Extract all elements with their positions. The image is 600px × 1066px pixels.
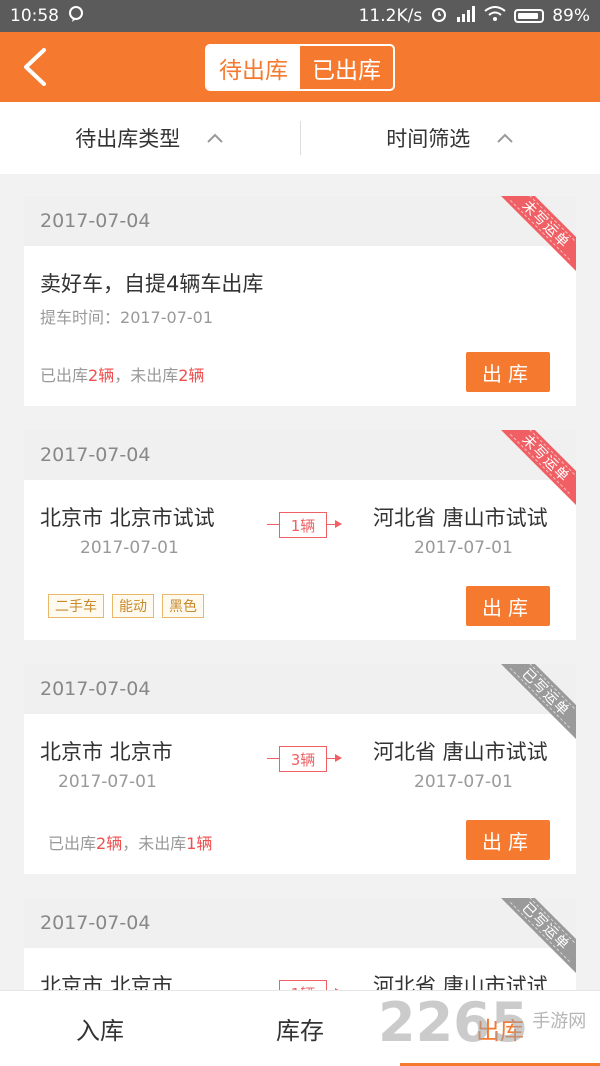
card-date: 2017-07-04 bbox=[24, 430, 576, 480]
out-button[interactable]: 出库 bbox=[466, 586, 550, 626]
tab-stock-in[interactable]: 入库 bbox=[0, 991, 200, 1066]
type-filter[interactable]: 待出库类型 bbox=[0, 123, 300, 153]
out-count: 2辆 bbox=[88, 366, 115, 385]
not-out-count: 2辆 bbox=[178, 366, 205, 385]
out-button[interactable]: 出库 bbox=[466, 820, 550, 860]
pickup-label: 提车时间： bbox=[40, 308, 121, 327]
signal-icon bbox=[456, 5, 476, 27]
destination-date: 2017-07-01 bbox=[414, 538, 513, 558]
separator: ， bbox=[114, 366, 131, 385]
destination-date: 2017-07-01 bbox=[414, 772, 513, 792]
status-time: 10:58 bbox=[10, 6, 59, 26]
out-status: 已出库2辆，未出库1辆 bbox=[48, 830, 212, 854]
pickup-date: 2017-07-01 bbox=[120, 308, 213, 327]
alarm-icon bbox=[430, 5, 448, 28]
status-bar: 10:58 11.2K/s 89% bbox=[0, 0, 600, 32]
type-filter-label: 待出库类型 bbox=[75, 127, 181, 151]
bottom-tab-bar: 入库 库存 出库 bbox=[0, 990, 600, 1066]
card-date: 2017-07-04 bbox=[24, 898, 576, 948]
tab-stock-out[interactable]: 出库 bbox=[400, 991, 600, 1066]
origin-city: 北京市 北京市 bbox=[40, 740, 173, 764]
not-out-label: 未出库 bbox=[130, 366, 179, 385]
tab-already-out[interactable]: 已出库 bbox=[300, 46, 393, 89]
message-icon bbox=[67, 5, 85, 28]
tag: 二手车 bbox=[48, 594, 104, 618]
out-label: 已出库 bbox=[40, 366, 89, 385]
tab-inventory[interactable]: 库存 bbox=[200, 991, 400, 1066]
origin-date: 2017-07-01 bbox=[80, 538, 179, 558]
out-label: 已出库 bbox=[48, 834, 97, 853]
card-date: 2017-07-04 bbox=[24, 664, 576, 714]
battery-icon bbox=[514, 9, 545, 23]
origin-date: 2017-07-01 bbox=[58, 772, 157, 792]
vehicle-count: 1辆 bbox=[267, 512, 343, 538]
stock-out-card[interactable]: 2017-07-04 已写运单 北京市 北京市 2017-07-01 3辆 河北… bbox=[24, 664, 576, 874]
pickup-time: 提车时间：2017-07-01 bbox=[40, 304, 213, 328]
tag-list: 二手车 能动 黑色 bbox=[48, 594, 204, 618]
out-status: 已出库2辆，未出库2辆 bbox=[40, 362, 204, 386]
arrow-right-icon bbox=[335, 520, 342, 528]
tag: 黑色 bbox=[162, 594, 204, 618]
stock-out-card[interactable]: 2017-07-04 未写运单 卖好车，自提4辆车出库 提车时间：2017-07… bbox=[24, 196, 576, 406]
tab-pending-out[interactable]: 待出库 bbox=[207, 46, 300, 89]
tag: 能动 bbox=[112, 594, 154, 618]
segmented-control: 待出库 已出库 bbox=[205, 44, 395, 91]
chevron-left-icon bbox=[24, 48, 46, 86]
time-filter-label: 时间筛选 bbox=[386, 127, 471, 151]
back-button[interactable] bbox=[20, 46, 50, 88]
nav-bar: 待出库 已出库 bbox=[0, 32, 600, 102]
chevron-up-icon bbox=[207, 133, 223, 143]
out-button[interactable]: 出库 bbox=[466, 352, 550, 392]
destination-city: 河北省 唐山市试试 bbox=[373, 506, 548, 530]
time-filter[interactable]: 时间筛选 bbox=[301, 123, 600, 153]
wifi-icon bbox=[484, 5, 506, 27]
stock-out-card[interactable]: 2017-07-04 未写运单 北京市 北京市试试 2017-07-01 1辆 … bbox=[24, 430, 576, 640]
not-out-label: 未出库 bbox=[138, 834, 187, 853]
battery-percent: 89% bbox=[552, 6, 590, 26]
origin-city: 北京市 北京市试试 bbox=[40, 506, 215, 530]
separator: ， bbox=[122, 834, 139, 853]
out-count: 2辆 bbox=[96, 834, 123, 853]
destination-city: 河北省 唐山市试试 bbox=[373, 740, 548, 764]
filter-bar: 待出库类型 时间筛选 bbox=[0, 102, 600, 174]
vehicle-count: 3辆 bbox=[267, 746, 343, 772]
card-title: 卖好车，自提4辆车出库 bbox=[40, 272, 264, 296]
chevron-up-icon bbox=[497, 133, 513, 143]
stock-out-card[interactable]: 2017-07-04 已写运单 北京市 北京市 1辆 河北省 唐山市试试 bbox=[24, 898, 576, 998]
net-speed: 11.2K/s bbox=[358, 6, 423, 26]
arrow-right-icon bbox=[335, 754, 342, 762]
not-out-count: 1辆 bbox=[186, 834, 213, 853]
card-date: 2017-07-04 bbox=[24, 196, 576, 246]
count-label: 1辆 bbox=[279, 512, 327, 538]
count-label: 3辆 bbox=[279, 746, 327, 772]
